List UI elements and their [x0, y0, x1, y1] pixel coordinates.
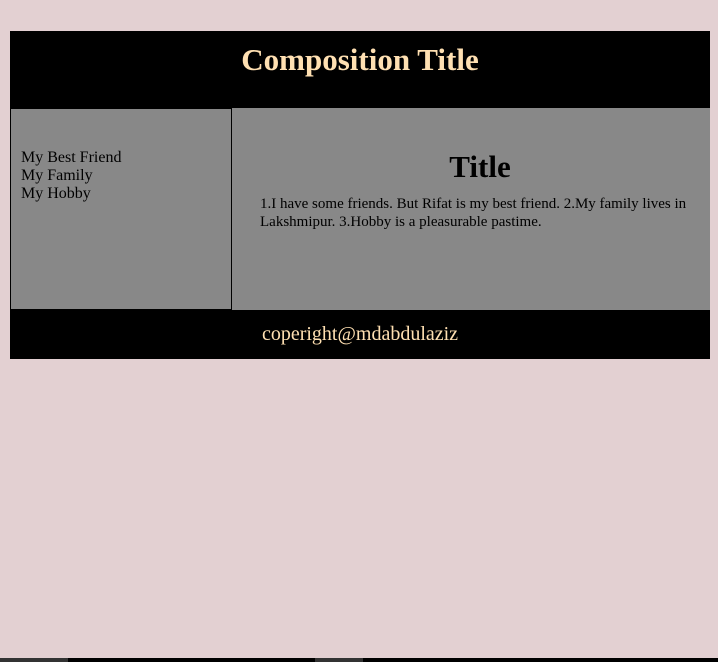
header: Composition Title: [10, 31, 710, 108]
main-title: Title: [449, 149, 511, 184]
footer-copyright: coperight@mdabdulaziz: [261, 323, 459, 345]
main-paragraph: 1.I have some friends. But Rifat is my b…: [260, 196, 687, 230]
sidebar: My Best Friend My Family My Hobby: [10, 108, 232, 310]
sidebar-list: My Best Friend My Family My Hobby: [11, 109, 231, 203]
page-container: Composition Title My Best Friend My Fami…: [10, 31, 710, 359]
bottom-bar-segment: [315, 658, 363, 662]
page-title: Composition Title: [241, 42, 479, 77]
sidebar-item-family[interactable]: My Family: [21, 167, 231, 185]
bottom-bar: [0, 658, 718, 662]
bottom-bar-segment: [0, 658, 68, 662]
sidebar-item-hobby[interactable]: My Hobby: [21, 185, 231, 203]
main-content: Title 1.I have some friends. But Rifat i…: [232, 108, 710, 310]
sidebar-item-best-friend[interactable]: My Best Friend: [21, 149, 231, 167]
content-row: My Best Friend My Family My Hobby Title …: [10, 108, 710, 310]
footer: coperight@mdabdulaziz: [10, 310, 710, 359]
